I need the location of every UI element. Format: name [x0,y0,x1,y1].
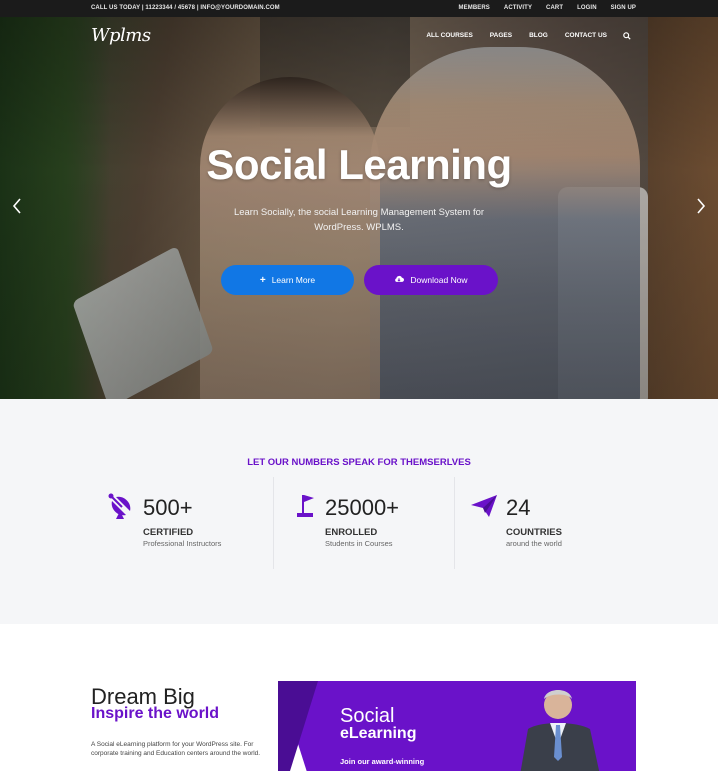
contact-info: CALL US TODAY | 11223344 / 45678 | INFO@… [91,5,280,11]
chevron-right-icon[interactable] [696,197,706,220]
stat-sublabel: Students in Courses [325,539,393,548]
stat-number: 25000+ [325,495,400,520]
menu-blog[interactable]: BLOG [529,32,548,42]
hero-slider: Wplms ALL COURSES PAGES BLOG CONTACT US … [0,17,718,399]
learn-more-button[interactable]: + Learn More [221,265,354,295]
account-links: MEMBERS ACTIVITY CART LOGIN SIGN UP [445,5,636,11]
download-now-button[interactable]: Download Now [364,265,498,295]
cloud-download-icon [394,275,405,286]
stat-sublabel: Professional Instructors [143,539,222,548]
stat-number: 500+ [143,495,193,520]
banner-text: Join our award-winning [340,757,425,766]
stat-countries: 24 COUNTRIES around the world [454,477,634,569]
menu-all-courses[interactable]: ALL COURSES [426,32,472,42]
plus-icon: + [259,274,266,286]
social-elearning-banner: Social eLearning Join our award-winning [278,681,636,771]
dream-big-section: Dream Big Inspire the world A Social eLe… [0,624,718,771]
stat-enrolled: 25000+ ENROLLED Students in Courses [273,477,453,569]
menu-contact-us[interactable]: CONTACT US [565,32,607,42]
satellite-dish-icon [106,491,136,521]
stats-heading: LET OUR NUMBERS SPEAK FOR THEMSERLVES [247,457,471,468]
menu-pages[interactable]: PAGES [490,32,512,42]
activity-link[interactable]: ACTIVITY [504,5,532,11]
top-utility-bar: CALL US TODAY | 11223344 / 45678 | INFO@… [0,0,718,17]
flag-icon [294,491,324,521]
stats-section: LET OUR NUMBERS SPEAK FOR THEMSERLVES 50… [0,399,718,624]
search-icon[interactable] [623,32,631,42]
banner-subtitle: eLearning [340,725,417,742]
stat-label: CERTIFIED [143,527,194,538]
main-menu: ALL COURSES PAGES BLOG CONTACT US [409,32,631,42]
download-now-label: Download Now [410,275,468,285]
members-link[interactable]: MEMBERS [459,5,490,11]
dream-description: A Social eLearning platform for your Wor… [91,741,261,757]
paper-plane-icon [469,491,499,521]
stat-label: COUNTRIES [506,527,562,538]
stat-number: 24 [506,495,531,520]
site-logo[interactable]: Wplms [91,25,151,46]
banner-man-image [510,685,620,771]
stat-label: ENROLLED [325,527,378,538]
signup-link[interactable]: SIGN UP [611,5,636,11]
dream-subtitle: Inspire the world [91,705,220,722]
chevron-left-icon[interactable] [12,197,22,220]
hero-title: Social Learning [206,141,512,188]
learn-more-label: Learn More [271,275,316,285]
hero-subtitle: Learn Socially, the social Learning Mana… [233,207,485,233]
cart-link[interactable]: CART [546,5,563,11]
login-link[interactable]: LOGIN [577,5,597,11]
main-navigation: Wplms ALL COURSES PAGES BLOG CONTACT US [0,17,718,55]
stat-certified: 500+ CERTIFIED Professional Instructors [92,477,272,569]
stat-sublabel: around the world [506,539,562,548]
